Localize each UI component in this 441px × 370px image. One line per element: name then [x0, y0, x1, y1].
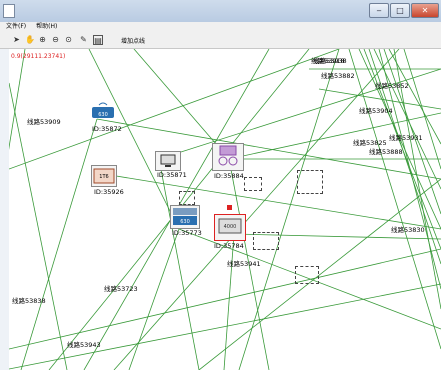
network-node[interactable]: 630 — [170, 205, 200, 229]
network-node[interactable] — [155, 151, 181, 171]
line-label[interactable]: 线路53838 — [12, 295, 46, 305]
app-icon — [3, 4, 15, 18]
node-id: ID:35872 — [92, 125, 122, 133]
zoom-reset-icon[interactable]: ⊙ — [64, 35, 73, 44]
line-label[interactable]: 线路53904 — [359, 105, 393, 115]
node-id: ID:35784 — [214, 242, 244, 250]
menu-file[interactable]: 文件(F) — [6, 22, 26, 32]
node-id: ID:35773 — [172, 229, 202, 237]
selection-handle[interactable] — [227, 205, 232, 210]
add-points-lines-button[interactable]: 增加点线 — [121, 36, 145, 45]
zoom-in-icon[interactable]: ⊕ — [38, 35, 47, 44]
device-icon: 630 — [173, 208, 197, 225]
line-label[interactable]: 线路53888 — [369, 146, 403, 156]
svg-text:4000: 4000 — [224, 224, 237, 230]
line-label[interactable]: 线路53909 — [27, 116, 61, 126]
svg-text:630: 630 — [98, 112, 108, 118]
view-toggle-icon[interactable]: ▤ — [93, 35, 103, 45]
toolbar: ➤ ✋ ⊕ ⊖ ⊙ ✎ ▤ 增加点线 — [0, 32, 441, 49]
window-controls: ‒ □ ✕ — [369, 3, 439, 18]
placeholder-node[interactable] — [253, 232, 279, 250]
connection-lines — [9, 49, 441, 370]
line-label[interactable]: 线路53943 — [67, 339, 101, 349]
coordinate-readout: 0.9(29111.23741) — [11, 53, 66, 60]
switch-icon: 1T6 — [93, 168, 115, 184]
topology-canvas[interactable]: 0.9(29111.23741) 线路53909 线路53918 线路53938… — [9, 49, 441, 370]
minimize-button[interactable]: ‒ — [369, 3, 389, 18]
placeholder-node[interactable] — [297, 170, 323, 194]
router-icon: 630 — [92, 102, 114, 118]
zoom-out-icon[interactable]: ⊖ — [51, 35, 60, 44]
close-button[interactable]: ✕ — [411, 3, 439, 18]
menu-bar: 文件(F) 帮助(H) — [0, 22, 441, 32]
network-node[interactable]: 4000 — [214, 214, 246, 241]
node-id: ID:35884 — [214, 172, 244, 180]
camera-icon — [218, 145, 238, 166]
line-label[interactable]: 线路53938 — [313, 55, 347, 65]
edit-icon[interactable]: ✎ — [79, 35, 88, 44]
line-label[interactable]: 线路53830 — [391, 224, 425, 234]
network-node[interactable] — [212, 143, 244, 171]
node-id: ID:35926 — [94, 188, 124, 196]
node-id: ID:35871 — [157, 171, 187, 179]
network-node[interactable]: 1T6 — [91, 165, 117, 187]
svg-text:630: 630 — [180, 219, 190, 225]
network-node[interactable]: 630 — [91, 101, 115, 121]
menu-help[interactable]: 帮助(H) — [36, 22, 57, 32]
pan-hand-icon[interactable]: ✋ — [25, 35, 35, 44]
pointer-icon[interactable]: ➤ — [12, 35, 21, 44]
placeholder-node[interactable] — [179, 191, 195, 205]
line-label[interactable]: 线路53882 — [321, 70, 355, 80]
placeholder-node[interactable] — [244, 177, 262, 191]
monitor-icon — [160, 154, 176, 167]
line-label[interactable]: 线路53931 — [389, 132, 423, 142]
placeholder-node[interactable] — [295, 266, 319, 284]
title-bar: ‒ □ ✕ — [0, 0, 441, 23]
line-label[interactable]: 线路53852 — [375, 80, 409, 90]
svg-text:1T6: 1T6 — [99, 174, 108, 180]
line-label[interactable]: 线路53723 — [104, 283, 138, 293]
line-label[interactable]: 线路53941 — [227, 258, 261, 268]
server-icon: 4000 — [218, 218, 242, 234]
maximize-button[interactable]: □ — [390, 3, 410, 18]
